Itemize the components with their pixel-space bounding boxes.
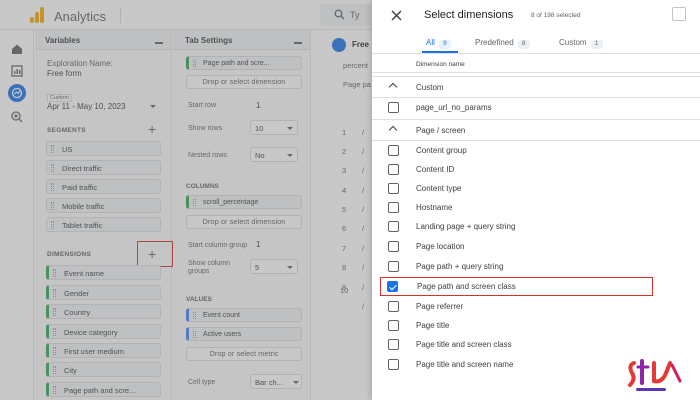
list-item[interactable]: Landing page + query string	[380, 217, 692, 236]
tab-count-badge: 1	[590, 40, 603, 49]
divider	[372, 72, 700, 73]
list-item[interactable]: Content ID	[380, 160, 692, 179]
checkbox[interactable]	[388, 339, 399, 350]
group-custom[interactable]: Custom	[372, 76, 700, 98]
chevron-up-icon[interactable]	[388, 125, 398, 135]
checkbox[interactable]	[388, 261, 399, 272]
list-item[interactable]: Content type	[380, 179, 692, 198]
divider	[372, 53, 700, 54]
watermark-logo	[628, 359, 682, 391]
list-item[interactable]: page_url_no_params	[380, 98, 692, 117]
list-item[interactable]: Page path + query string	[380, 257, 692, 276]
modal-scrim[interactable]	[0, 0, 372, 400]
tab-count-badge: 9	[438, 40, 451, 49]
checkbox[interactable]	[388, 241, 399, 252]
checkbox[interactable]	[388, 102, 399, 113]
list-item[interactable]: Content group	[380, 141, 692, 160]
checkbox-checked[interactable]	[387, 281, 398, 292]
tab-count-badge: 8	[517, 40, 530, 49]
tab-predefined[interactable]: Predefined 8	[475, 38, 530, 49]
dimension-name-header: Dimension name	[416, 61, 465, 68]
close-icon[interactable]	[390, 9, 403, 22]
checkbox[interactable]	[388, 183, 399, 194]
checkbox[interactable]	[388, 202, 399, 213]
list-item[interactable]: Page title	[380, 316, 692, 335]
list-item[interactable]: Page title and screen class	[380, 335, 692, 354]
drawer-title: Select dimensions	[424, 9, 514, 21]
checkbox[interactable]	[388, 301, 399, 312]
chevron-up-icon[interactable]	[388, 82, 398, 92]
tab-all[interactable]: All 9	[426, 38, 451, 49]
checkbox[interactable]	[388, 164, 399, 175]
checkbox[interactable]	[388, 145, 399, 156]
checkbox[interactable]	[388, 320, 399, 331]
list-item[interactable]: Hostname	[380, 198, 692, 217]
list-item-selected[interactable]: Page path and screen class	[380, 277, 653, 296]
group-page-screen[interactable]: Page / screen	[372, 119, 700, 141]
checkbox[interactable]	[388, 221, 399, 232]
selected-count: 8 of 198 selected	[531, 12, 581, 19]
tab-custom[interactable]: Custom 1	[559, 38, 603, 49]
checkbox[interactable]	[388, 359, 399, 370]
confirm-button[interactable]	[672, 7, 686, 21]
list-item[interactable]: Page referrer	[380, 297, 692, 316]
list-item[interactable]: Page location	[380, 237, 692, 256]
